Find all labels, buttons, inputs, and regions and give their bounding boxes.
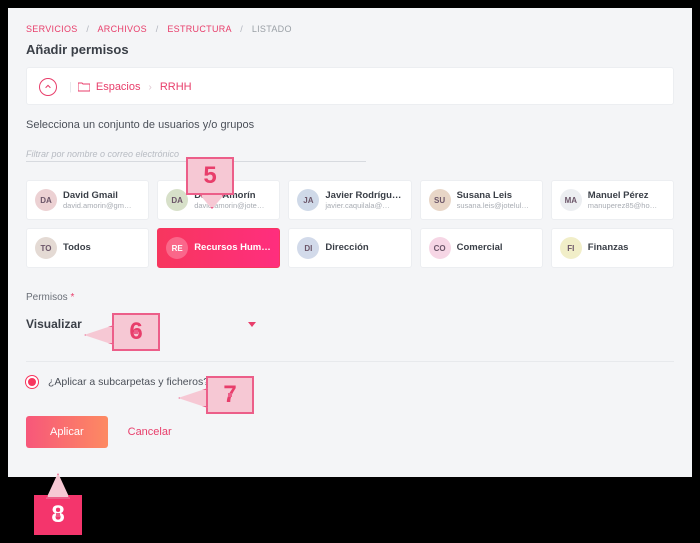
annotation-6: 6 [112,313,160,351]
avatar: MA [560,189,582,211]
caret-down-icon [248,322,256,327]
permissions-label: Permisos * [26,292,674,303]
user-email: david.amorin@gm… [63,201,131,210]
cancel-button[interactable]: Cancelar [128,426,172,438]
page-title: Añadir permisos [26,42,674,57]
avatar: DA [35,189,57,211]
user-email: susana.leis@jotelul… [457,201,529,210]
filter-input[interactable]: Filtrar por nombre o correo electrónico [26,149,674,159]
path-spaces[interactable]: Espacios [96,81,141,93]
avatar: DA [166,189,188,211]
apply-subfolders-row[interactable]: ¿Aplicar a subcarpetas y ficheros? [26,376,674,388]
crumb-archivos[interactable]: ARCHIVOS [98,24,147,34]
group-card[interactable]: FI Finanzas [551,228,674,268]
group-name: Finanzas [588,242,629,253]
collapse-icon[interactable] [39,78,57,96]
user-name: David Gmail [63,190,131,201]
apply-subfolders-label: ¿Aplicar a subcarpetas y ficheros? [48,376,209,388]
user-group-grid: DA David Gmail david.amorin@gm… DA David… [26,180,674,268]
group-name: Dirección [325,242,368,253]
user-name: Manuel Pérez [588,190,657,201]
crumb-current: LISTADO [252,24,292,34]
group-card[interactable]: DI Dirección [288,228,411,268]
annotation-8: 8 [34,495,82,535]
user-card[interactable]: JA Javier Rodrígue… javier.caquilala@… [288,180,411,220]
user-name: Susana Leis [457,190,529,201]
permissions-panel: SERVICIOS / ARCHIVOS / ESTRUCTURA / LIST… [8,8,692,477]
annotation-5: 5 [186,157,234,195]
path-box: | Espacios › RRHH [26,67,674,105]
radio-checked-icon[interactable] [26,376,38,388]
group-name: Comercial [457,242,503,253]
breadcrumb: SERVICIOS / ARCHIVOS / ESTRUCTURA / LIST… [26,24,674,34]
avatar: FI [560,237,582,259]
user-email: david.amorin@jote… [194,201,264,210]
user-card[interactable]: MA Manuel Pérez manuperez85@ho… [551,180,674,220]
group-card[interactable]: TO Todos [26,228,149,268]
folder-icon [78,82,90,92]
group-name: Todos [63,242,91,253]
path-current[interactable]: RRHH [160,81,192,93]
apply-button[interactable]: Aplicar [26,416,108,448]
group-card[interactable]: CO Comercial [420,228,543,268]
permissions-value: Visualizar [26,317,82,331]
crumb-estructura[interactable]: ESTRUCTURA [167,24,231,34]
user-email: manuperez85@ho… [588,201,657,210]
group-name: Recursos Huma… [194,242,271,253]
divider [26,361,674,362]
avatar: CO [429,237,451,259]
user-email: javier.caquilala@… [325,201,402,210]
chevron-right-icon: › [149,82,152,93]
avatar: TO [35,237,57,259]
user-card[interactable]: SU Susana Leis susana.leis@jotelul… [420,180,543,220]
avatar: JA [297,189,319,211]
crumb-servicios[interactable]: SERVICIOS [26,24,78,34]
user-name: Javier Rodrígue… [325,190,402,201]
group-card-selected[interactable]: RE Recursos Huma… [157,228,280,268]
user-card[interactable]: DA David Gmail david.amorin@gm… [26,180,149,220]
avatar: DI [297,237,319,259]
section-subtitle: Selecciona un conjunto de usuarios y/o g… [26,119,674,131]
annotation-7: 7 [206,376,254,414]
avatar: SU [429,189,451,211]
avatar: RE [166,237,188,259]
